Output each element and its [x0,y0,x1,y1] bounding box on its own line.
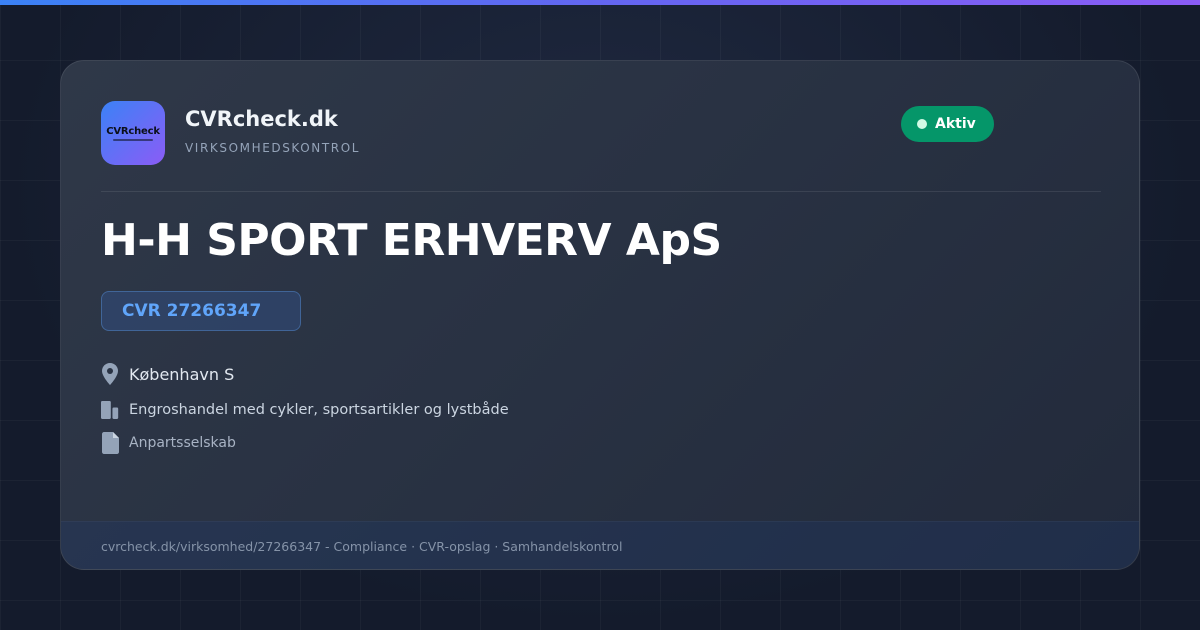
company-type-text: Anpartsselskab [129,435,236,451]
building-icon [101,399,119,421]
status-badge: Aktiv [901,106,994,142]
accent-top-strip [0,0,1200,5]
card-footer: cvrcheck.dk/virksomhed/27266347 - Compli… [61,521,1139,569]
cvr-number-pill: CVR 27266347 [101,291,301,331]
company-card: CVRcheck CVRcheck.dk VIRKSOMHEDSKONTROL … [60,60,1140,570]
logo-wordmark: CVRcheck [106,125,160,137]
location-text: København S [129,364,235,384]
industry-text: Engroshandel med cykler, sportsartikler … [129,402,509,418]
company-type-row: Anpartsselskab [101,432,236,454]
brand-name: CVRcheck.dk [185,107,338,131]
company-name: H-H SPORT ERHVERV ApS [101,215,722,266]
footer-text: cvrcheck.dk/virksomhed/27266347 - Compli… [101,539,623,554]
status-label: Aktiv [935,116,976,132]
status-dot-icon [917,119,927,129]
brand-logo: CVRcheck [101,101,165,165]
cvr-number: CVR 27266347 [122,301,262,321]
industry-row: Engroshandel med cykler, sportsartikler … [101,399,509,421]
header-divider [101,191,1101,192]
brand-tagline: VIRKSOMHEDSKONTROL [185,141,361,155]
location-row: København S [101,363,234,385]
logo-subline [113,138,153,141]
map-pin-icon [101,363,119,385]
document-icon [101,432,119,454]
